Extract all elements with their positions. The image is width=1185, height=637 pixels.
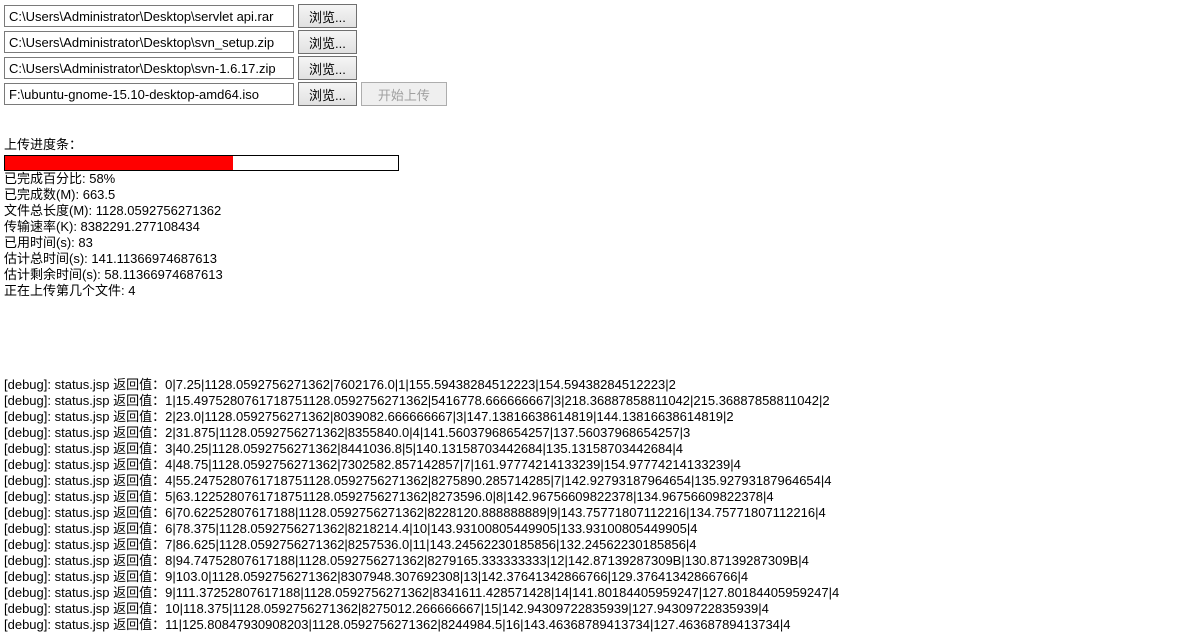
progress-bar [4,155,399,171]
debug-line: [debug]: status.jsp 返回值：6|70.62252807617… [4,505,1181,521]
progress-section: 上传进度条： 已完成百分比: 58% 已完成数(M): 663.5 文件总长度(… [4,134,1181,299]
browse-button-4[interactable]: 浏览... [298,82,357,106]
debug-line: [debug]: status.jsp 返回值：6|78.375|1128.05… [4,521,1181,537]
stat-file-index: 正在上传第几个文件: 4 [4,283,1181,299]
debug-line: [debug]: status.jsp 返回值：11|125.808479309… [4,617,1181,633]
debug-line: [debug]: status.jsp 返回值：0|7.25|1128.0592… [4,377,1181,393]
file-row-3: 浏览... [4,56,1181,80]
debug-line: [debug]: status.jsp 返回值：3|40.25|1128.059… [4,441,1181,457]
debug-line: [debug]: status.jsp 返回值：7|86.625|1128.05… [4,537,1181,553]
file-row-2: 浏览... [4,30,1181,54]
stat-percent: 已完成百分比: 58% [4,171,1181,187]
debug-line: [debug]: status.jsp 返回值：9|111.3725280761… [4,585,1181,601]
file-path-input-3[interactable] [4,57,294,79]
stat-est-total-s: 估计总时间(s): 141.11366974687613 [4,251,1181,267]
file-row-1: 浏览... [4,4,1181,28]
browse-button-3[interactable]: 浏览... [298,56,357,80]
browse-button-1[interactable]: 浏览... [298,4,357,28]
debug-line: [debug]: status.jsp 返回值：8|94.74752807617… [4,553,1181,569]
start-upload-button[interactable]: 开始上传 [361,82,447,106]
debug-line: [debug]: status.jsp 返回值：2|31.875|1128.05… [4,425,1181,441]
file-list: 浏览... 浏览... 浏览... 浏览... 开始上传 [4,4,1181,106]
browse-button-2[interactable]: 浏览... [298,30,357,54]
stat-elapsed-s: 已用时间(s): 83 [4,235,1181,251]
file-row-4: 浏览... 开始上传 [4,82,1181,106]
debug-line: [debug]: status.jsp 返回值：4|48.75|1128.059… [4,457,1181,473]
debug-line: [debug]: status.jsp 返回值：10|118.375|1128.… [4,601,1181,617]
stat-completed-m: 已完成数(M): 663.5 [4,187,1181,203]
file-path-input-4[interactable] [4,83,294,105]
file-path-input-1[interactable] [4,5,294,27]
stat-rate-k: 传输速率(K): 8382291.277108434 [4,219,1181,235]
stat-total-length-m: 文件总长度(M): 1128.0592756271362 [4,203,1181,219]
debug-line: [debug]: status.jsp 返回值：5|63.12252807617… [4,489,1181,505]
stat-est-remain-s: 估计剩余时间(s): 58.11366974687613 [4,267,1181,283]
debug-line: [debug]: status.jsp 返回值：2|23.0|1128.0592… [4,409,1181,425]
progress-label: 上传进度条： [4,134,1181,153]
debug-line: [debug]: status.jsp 返回值：4|55.24752807617… [4,473,1181,489]
debug-log: [debug]: status.jsp 返回值：0|7.25|1128.0592… [4,377,1181,633]
debug-line: [debug]: status.jsp 返回值：9|103.0|1128.059… [4,569,1181,585]
debug-line: [debug]: status.jsp 返回值：1|15.49752807617… [4,393,1181,409]
progress-bar-fill [5,156,233,170]
file-path-input-2[interactable] [4,31,294,53]
